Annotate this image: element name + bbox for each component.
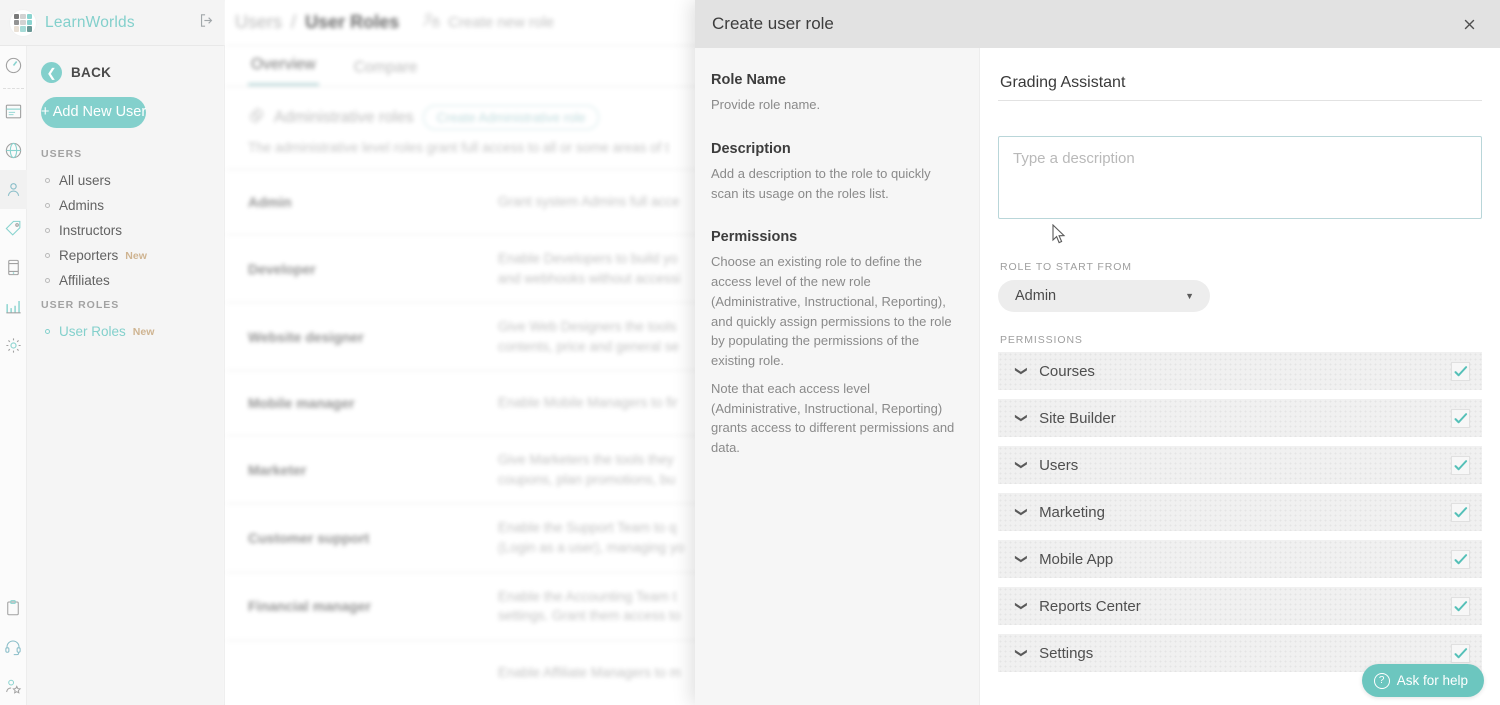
permission-name: Reports Center [1039, 598, 1141, 615]
chevron-down-icon[interactable]: ❮ [1014, 460, 1026, 470]
permission-row-mobile-app[interactable]: ❮ Mobile App [998, 540, 1482, 578]
permissions-label: PERMISSIONS [1000, 334, 1482, 346]
mouse-cursor [1052, 224, 1067, 250]
permission-row-site-builder[interactable]: ❮ Site Builder [998, 399, 1482, 437]
permission-checkbox[interactable] [1451, 362, 1470, 381]
help-column: Role Name Provide role name. Description Ad… [695, 48, 980, 705]
permission-checkbox[interactable] [1451, 409, 1470, 428]
permission-checkbox[interactable] [1451, 644, 1470, 663]
help-heading: Description [711, 141, 961, 157]
permission-row-marketing[interactable]: ❮ Marketing [998, 493, 1482, 531]
permissions-list: ❮ Courses ❮ Site Builder ❮ Users ❮ Marketing ❮ Mo… [998, 352, 1482, 672]
role-to-start-from-select[interactable]: Admin ▼ [998, 280, 1210, 312]
chevron-down-icon[interactable]: ❮ [1014, 366, 1026, 376]
role-name-input[interactable] [998, 70, 1482, 101]
help-heading: Role Name [711, 72, 961, 88]
chevron-down-icon: ▼ [1185, 291, 1194, 301]
create-user-role-modal: Create user role Role Name Provide role n… [695, 0, 1500, 705]
role-to-start-from-value: Admin [1015, 288, 1056, 304]
help-paragraph: Note that each access level (Administrat… [711, 379, 961, 458]
permission-row-users[interactable]: ❮ Users [998, 446, 1482, 484]
help-block: Permissions Choose an existing role to de… [711, 229, 961, 458]
role-to-start-from-label: ROLE TO START FROM [1000, 261, 1482, 273]
permission-name: Settings [1039, 645, 1093, 662]
help-block: Role Name Provide role name. [711, 72, 961, 115]
permission-name: Marketing [1039, 504, 1105, 521]
help-block: Description Add a description to the role… [711, 141, 961, 204]
help-paragraph: Choose an existing role to define the ac… [711, 252, 961, 371]
help-heading: Permissions [711, 229, 961, 245]
question-circle-icon: ? [1374, 673, 1390, 689]
close-icon[interactable] [1455, 10, 1483, 38]
permission-name: Mobile App [1039, 551, 1113, 568]
ask-for-help-label: Ask for help [1397, 673, 1468, 688]
modal-body: Role Name Provide role name. Description Ad… [695, 48, 1500, 705]
permission-row-courses[interactable]: ❮ Courses [998, 352, 1482, 390]
permission-checkbox[interactable] [1451, 503, 1470, 522]
ask-for-help-button[interactable]: ? Ask for help [1362, 664, 1484, 697]
permission-checkbox[interactable] [1451, 550, 1470, 569]
permission-checkbox[interactable] [1451, 456, 1470, 475]
permission-name: Site Builder [1039, 410, 1116, 427]
permission-checkbox[interactable] [1451, 597, 1470, 616]
chevron-down-icon[interactable]: ❮ [1014, 413, 1026, 423]
help-paragraph: Provide role name. [711, 95, 961, 115]
chevron-down-icon[interactable]: ❮ [1014, 507, 1026, 517]
chevron-down-icon[interactable]: ❮ [1014, 601, 1026, 611]
permission-row-reports-center[interactable]: ❮ Reports Center [998, 587, 1482, 625]
modal-title: Create user role [712, 14, 834, 34]
screen-root: LearnWorlds [0, 0, 1500, 705]
form-column: ROLE TO START FROM Admin ▼ PERMISSIONS ❮… [980, 48, 1500, 705]
modal-header: Create user role [695, 0, 1500, 48]
permission-name: Users [1039, 457, 1078, 474]
permission-name: Courses [1039, 363, 1095, 380]
chevron-down-icon[interactable]: ❮ [1014, 554, 1026, 564]
description-textarea[interactable] [998, 136, 1482, 219]
help-paragraph: Add a description to the role to quickly… [711, 164, 961, 204]
chevron-down-icon[interactable]: ❮ [1014, 648, 1026, 658]
